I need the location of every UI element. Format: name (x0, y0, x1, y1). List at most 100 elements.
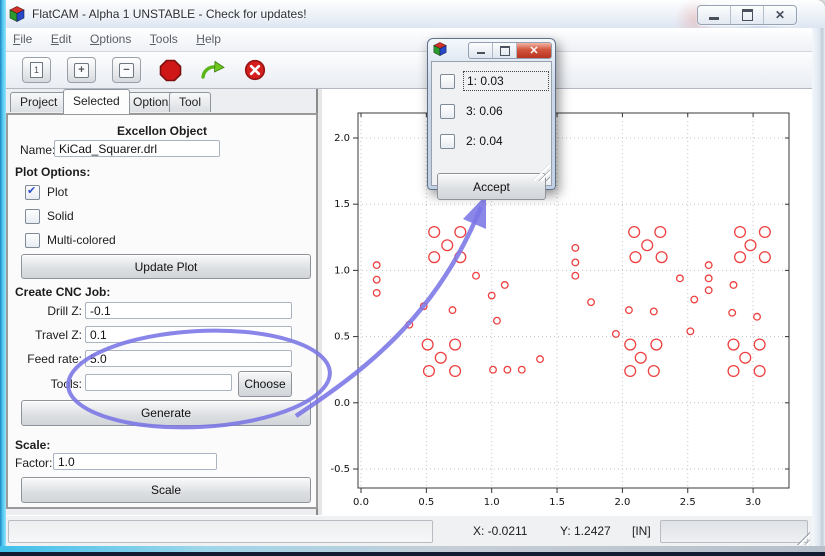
maximize-icon (742, 9, 753, 21)
plot-canvas-area: 0.00.51.01.52.02.53.0-0.50.00.51.01.52.0 (322, 89, 812, 515)
tool-2-checkbox[interactable] (440, 134, 455, 149)
svg-text:3.0: 3.0 (745, 497, 761, 508)
tool-3-label[interactable]: 3: 0.06 (463, 102, 506, 120)
object-heading: Excellon Object (8, 124, 316, 138)
menu-bar: File Edit Options Tools Help (6, 28, 812, 52)
window-left-border (0, 0, 6, 556)
dialog-close-button[interactable]: ✕ (516, 43, 551, 58)
plot-checkbox[interactable] (25, 185, 40, 200)
progress-bar (660, 520, 808, 543)
dialog-minimize-button[interactable] (469, 43, 492, 58)
status-y-coordinate: Y: 1.2427 (560, 524, 611, 538)
travel-z-input[interactable] (85, 326, 292, 343)
scale-button[interactable]: Scale (21, 477, 311, 503)
zoom-in-icon: + (74, 63, 89, 78)
plot-canvas[interactable]: 0.00.51.01.52.02.53.0-0.50.00.51.01.52.0 (322, 90, 814, 515)
selected-object-panel: Excellon Object Name: Plot Options: Plot… (6, 113, 318, 509)
tool-1-label[interactable]: 1: 0.03 (463, 71, 549, 91)
flatcam-window: FlatCAM - Alpha 1 UNSTABLE - Check for u… (0, 0, 825, 556)
dialog-close-icon: ✕ (529, 44, 538, 57)
dialog-title-bar[interactable]: ✕ (428, 39, 555, 60)
main-content: Project Selected Options Tool Excellon O… (6, 89, 812, 515)
zoom-1to1-button[interactable]: 1 (22, 57, 51, 83)
multicolored-checkbox-label[interactable]: Multi-colored (47, 233, 116, 247)
toolbar: 1 + − (6, 52, 812, 89)
multicolored-checkbox[interactable] (25, 233, 40, 248)
window-right-border (812, 28, 825, 546)
dialog-maximize-button[interactable] (492, 43, 516, 58)
menu-file[interactable]: File (13, 32, 32, 46)
taskbar-edge (0, 552, 825, 556)
factor-input[interactable] (53, 453, 217, 470)
plot-checkbox-label[interactable]: Plot (47, 185, 68, 199)
generate-button[interactable]: Generate (21, 400, 311, 426)
plot-options-heading: Plot Options: (15, 165, 90, 179)
replot-button[interactable] (200, 59, 226, 81)
cnc-heading: Create CNC Job: (15, 285, 110, 299)
scale-heading: Scale: (15, 438, 50, 452)
tool-1-checkbox[interactable] (440, 74, 455, 89)
dialog-cube-icon (433, 42, 447, 56)
svg-text:0.5: 0.5 (334, 332, 350, 343)
window-title: FlatCAM - Alpha 1 UNSTABLE - Check for u… (32, 7, 307, 21)
tools-input[interactable] (85, 374, 232, 391)
zoom-in-button[interactable]: + (67, 57, 96, 83)
title-bar[interactable]: FlatCAM - Alpha 1 UNSTABLE - Check for u… (0, 0, 825, 29)
drill-z-input[interactable] (85, 302, 292, 319)
dialog-body: 1: 0.03 3: 0.06 2: 0.04 Accept (431, 61, 552, 186)
accept-button[interactable]: Accept (437, 173, 546, 200)
tool-3-checkbox[interactable] (440, 104, 455, 119)
svg-text:2.0: 2.0 (334, 133, 350, 144)
tool-item-3[interactable]: 2: 0.04 (440, 132, 506, 150)
cancel-x-icon (244, 59, 266, 81)
feed-rate-label: Feed rate: (8, 352, 82, 366)
svg-text:1.0: 1.0 (334, 265, 350, 276)
maximize-button[interactable] (730, 6, 763, 24)
record-button[interactable] (159, 59, 182, 82)
desktop: FlatCAM - Alpha 1 UNSTABLE - Check for u… (0, 0, 825, 556)
flatcam-cube-icon (9, 6, 25, 22)
tab-project[interactable]: Project (10, 92, 67, 112)
zoom-out-button[interactable]: − (112, 57, 141, 83)
status-message-panel (8, 520, 433, 543)
update-plot-button[interactable]: Update Plot (21, 254, 311, 279)
svg-text:0.0: 0.0 (353, 497, 369, 508)
record-stop-icon (159, 59, 182, 82)
factor-label: Factor: (15, 456, 52, 470)
minimize-button[interactable] (698, 6, 730, 24)
close-button[interactable]: ✕ (763, 6, 796, 24)
tab-selected[interactable]: Selected (63, 89, 130, 114)
svg-text:1.0: 1.0 (484, 497, 500, 508)
tools-dialog[interactable]: ✕ 1: 0.03 3: 0.06 2: 0.04 Accept (427, 38, 556, 190)
svg-text:1.5: 1.5 (549, 497, 565, 508)
close-icon: ✕ (775, 9, 785, 21)
menu-edit[interactable]: Edit (51, 32, 72, 46)
cancel-button[interactable] (244, 59, 266, 81)
svg-text:2.0: 2.0 (614, 497, 630, 508)
choose-button[interactable]: Choose (238, 371, 292, 397)
solid-checkbox-label[interactable]: Solid (47, 209, 74, 223)
dialog-controls: ✕ (468, 42, 552, 59)
status-units: [IN] (632, 524, 651, 538)
name-input[interactable] (54, 140, 220, 157)
travel-z-label: Travel Z: (12, 328, 82, 342)
zoom-1to1-icon: 1 (30, 62, 43, 78)
menu-tools[interactable]: Tools (150, 32, 178, 46)
tool-item-2[interactable]: 3: 0.06 (440, 102, 506, 120)
dialog-minimize-icon (477, 52, 485, 54)
svg-text:2.5: 2.5 (680, 497, 696, 508)
svg-text:-0.5: -0.5 (330, 464, 350, 475)
dialog-resize-grip[interactable] (532, 163, 550, 181)
minimize-icon (709, 17, 719, 20)
menu-help[interactable]: Help (196, 32, 221, 46)
tools-label: Tools: (12, 377, 82, 391)
svg-text:1.5: 1.5 (334, 199, 350, 210)
window-controls: ✕ (697, 5, 797, 25)
solid-checkbox[interactable] (25, 209, 40, 224)
menu-options[interactable]: Options (90, 32, 131, 46)
tool-item-1[interactable]: 1: 0.03 (440, 71, 549, 91)
drill-z-label: Drill Z: (12, 304, 82, 318)
feed-rate-input[interactable] (85, 350, 292, 367)
tab-tool[interactable]: Tool (169, 92, 211, 112)
tool-2-label[interactable]: 2: 0.04 (463, 132, 506, 150)
